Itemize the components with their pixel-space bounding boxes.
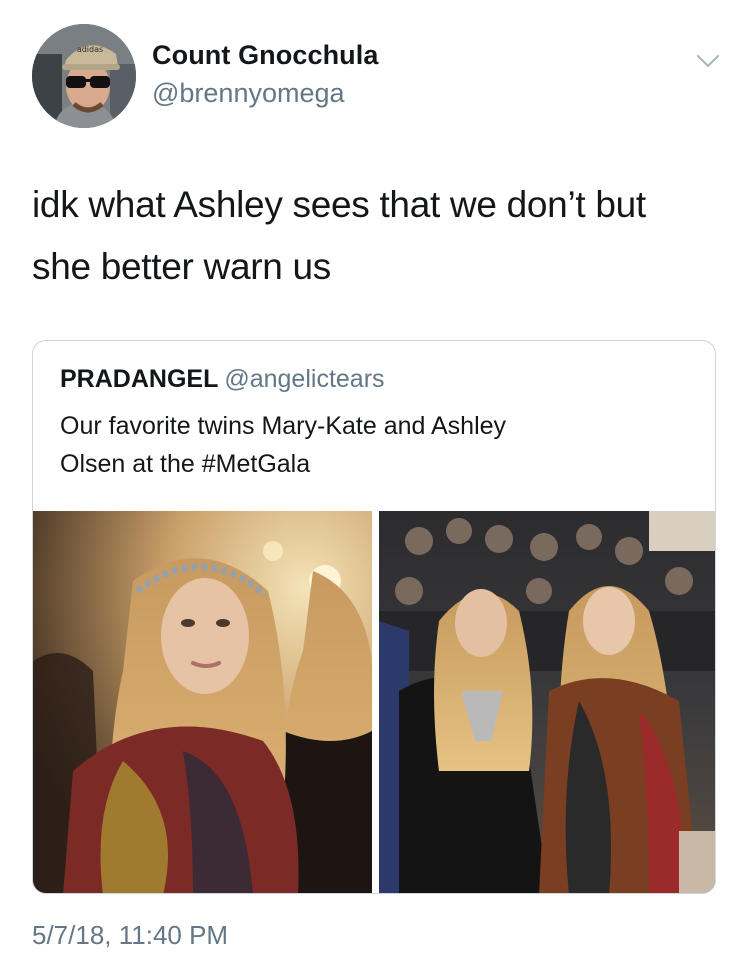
- quoted-tweet-display-name: PRADANGEL: [60, 365, 219, 393]
- quoted-tweet-card[interactable]: PRADANGEL @angelictears Our favorite twin…: [32, 340, 716, 894]
- chevron-down-icon[interactable]: [694, 46, 722, 74]
- tweet-text: idk what Ashley sees that we don’t but s…: [32, 174, 732, 298]
- quoted-tweet-text-line: Olsen at the #MetGala: [60, 450, 311, 478]
- avatar-photo: adidas: [32, 24, 136, 128]
- author-handle[interactable]: @brennyomega: [152, 78, 345, 109]
- quoted-tweet-text-line: Our favorite twins Mary-Kate and Ashley: [60, 412, 507, 440]
- quoted-tweet-handle: @angelictears: [224, 365, 385, 393]
- tweet-text-line: she better warn us: [32, 246, 331, 287]
- avatar[interactable]: adidas: [32, 24, 136, 128]
- quoted-tweet-text: Our favorite twins Mary-Kate and Ashley …: [60, 407, 690, 483]
- quoted-tweet-photo-left[interactable]: [33, 511, 372, 893]
- tweet-timestamp[interactable]: 5/7/18, 11:40 PM: [32, 920, 228, 951]
- author-display-name[interactable]: Count Gnocchula: [152, 40, 379, 71]
- tweet-text-line: idk what Ashley sees that we don’t but: [32, 184, 646, 225]
- quoted-tweet-photo-right[interactable]: [379, 511, 715, 893]
- quoted-tweet-header: PRADANGEL @angelictears: [60, 365, 385, 394]
- avatar-cap-text: adidas: [77, 45, 103, 54]
